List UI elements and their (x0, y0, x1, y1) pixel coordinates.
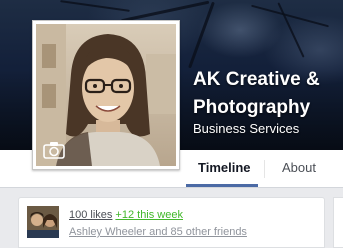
cover-branch (188, 1, 215, 69)
cover-branch (277, 2, 305, 58)
page-category[interactable]: Business Services (193, 121, 299, 136)
friends-avatar[interactable] (27, 206, 59, 238)
cover-branch (251, 4, 329, 28)
page-title[interactable]: AK Creative & Photography (193, 66, 343, 122)
likes-count-link[interactable]: 100 likes (69, 209, 112, 221)
likes-summary: 100 likes +12 this week (69, 209, 183, 221)
likes-card: 100 likes +12 this week Ashley Wheeler an… (18, 197, 325, 248)
tab-divider (264, 160, 265, 178)
cover-branch (60, 0, 130, 12)
friends-who-like-link[interactable]: Ashley Wheeler and 85 other friends (69, 226, 247, 238)
tab-timeline[interactable]: Timeline (186, 150, 258, 187)
camera-icon[interactable] (43, 141, 65, 159)
likes-weekly-change[interactable]: +12 this week (115, 209, 183, 221)
side-panel-edge (333, 197, 343, 248)
profile-picture[interactable] (32, 20, 180, 170)
tab-about[interactable]: About (270, 150, 328, 187)
